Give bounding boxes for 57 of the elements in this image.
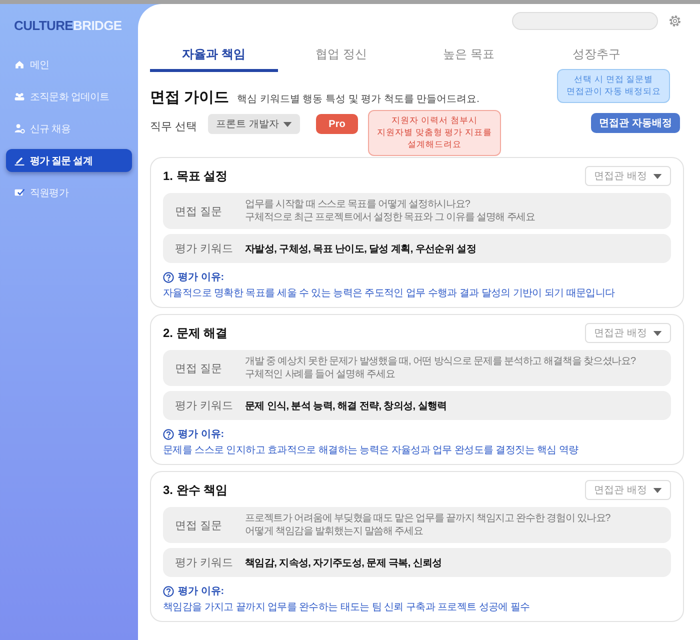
caret-icon: [283, 122, 292, 126]
row-label: 면접 질문: [175, 362, 224, 376]
job-dropdown[interactable]: 프론트 개발자: [208, 114, 300, 134]
row-label: 평가 키워드: [175, 556, 234, 570]
sidebar-item[interactable]: 메인: [6, 53, 132, 76]
reason-label: 평가 이유:: [178, 428, 224, 441]
caret-icon: [653, 488, 662, 492]
interviewer-dropdown[interactable]: 면접관 배정: [585, 166, 671, 186]
sidebar-item[interactable]: 신규 채용: [6, 117, 132, 140]
group-icon: [14, 91, 25, 102]
pro-button[interactable]: Pro: [316, 114, 358, 134]
search-field[interactable]: [512, 12, 658, 30]
user-icon: [14, 123, 25, 134]
help-icon: [163, 586, 174, 596]
field-label: 직무 선택: [150, 120, 198, 134]
checklist-icon: [14, 187, 25, 198]
keyword-text: 책임감, 지속성, 자기주도성, 문제 극복, 신뢰성: [245, 556, 442, 570]
tooltip: 지원자 이력서 첨부시 지원자별 맞춤형 평가 지표를 설계해드려요: [368, 110, 502, 156]
row-label: 평가 키워드: [175, 399, 234, 413]
brand-logo-text: CULTURE: [14, 18, 74, 33]
home-icon: [14, 59, 25, 70]
settings-icon[interactable]: [668, 14, 682, 28]
auto-assign-button[interactable]: 면접관 자동배정: [591, 113, 680, 133]
question-text: 프로젝트가 어려움에 부딪혔을 때도 맡은 업무를 끝까지 책임지고 완수한 경험이 있나요? 어떻게 책임감을 발휘했는지 말씀해 주세요: [245, 512, 610, 538]
card-title: 1. 목표 설정: [163, 168, 228, 184]
tab[interactable]: 성장추구: [532, 40, 660, 72]
tab[interactable]: 자율과 책임: [150, 40, 278, 72]
keyword-text: 자발성, 구체성, 목표 난이도, 달성 계획, 우선순위 설정: [245, 242, 476, 256]
sidebar-item[interactable]: 평가 질문 설계: [6, 149, 132, 172]
reason-text: 책임감을 가지고 끝까지 업무를 완수하는 태도는 팀 신뢰 구축과 프로젝트 성공에 필수: [163, 601, 531, 614]
reason-text: 문제를 스스로 인지하고 효과적으로 해결하는 능력은 자율성과 업무 완성도를 결정짓는 핵심 역량: [163, 444, 580, 457]
question-text: 개발 중 예상치 못한 문제가 발생했을 때, 어떤 방식으로 문제를 분석하고 해결책을 찾으셨나요? 구체적인 사례를 들어 설명해 주세요: [245, 355, 636, 381]
caret-icon: [653, 330, 662, 336]
row-label: 면접 질문: [175, 518, 224, 532]
tab[interactable]: 높은 목표: [405, 40, 532, 72]
question-text: 업무를 시작할 때 스스로 목표를 어떻게 설정하시나요? 구체적으로 최근 프로젝트에서 설정한 목표와 그 이유를 설명해 주세요: [245, 198, 536, 224]
reason-label: 평가 이유:: [178, 271, 224, 284]
keyword-text: 문제 인식, 분석 능력, 해결 전략, 창의성, 실행력: [245, 400, 447, 412]
tooltip: 선택 시 면접 질문별 면접관이 자동 배정되요: [557, 69, 670, 103]
card-title: 2. 문제 해결: [163, 324, 228, 342]
reason-label: 평가 이유:: [178, 585, 224, 598]
row-label: 면접 질문: [175, 204, 224, 218]
row-label: 평가 키워드: [175, 242, 234, 256]
sidebar-item[interactable]: 조직문화 업데이트: [6, 85, 132, 108]
card-title: 3. 완수 책임: [163, 482, 228, 498]
sidebar-item[interactable]: 직원평가: [6, 181, 132, 204]
interviewer-dropdown[interactable]: 면접관 배정: [585, 480, 671, 500]
page-title: 면접 가이드: [150, 88, 230, 107]
brand-logo-text: BRIDGE: [73, 18, 122, 33]
caret-icon: [653, 174, 662, 178]
help-icon: [163, 272, 174, 282]
interviewer-dropdown[interactable]: 면접관 배정: [585, 323, 671, 343]
page-description: 핵심 키워드별 행동 특성 및 평가 척도를 만들어드려요.: [237, 93, 480, 106]
help-icon: [163, 428, 174, 440]
reason-text: 자율적으로 명확한 목표를 세울 수 있는 능력은 주도적인 업무 수행과 결과 달성의 기반이 되기 때문입니다: [163, 287, 616, 300]
pen-icon: [14, 155, 25, 166]
tab[interactable]: 협업 정신: [278, 40, 405, 72]
